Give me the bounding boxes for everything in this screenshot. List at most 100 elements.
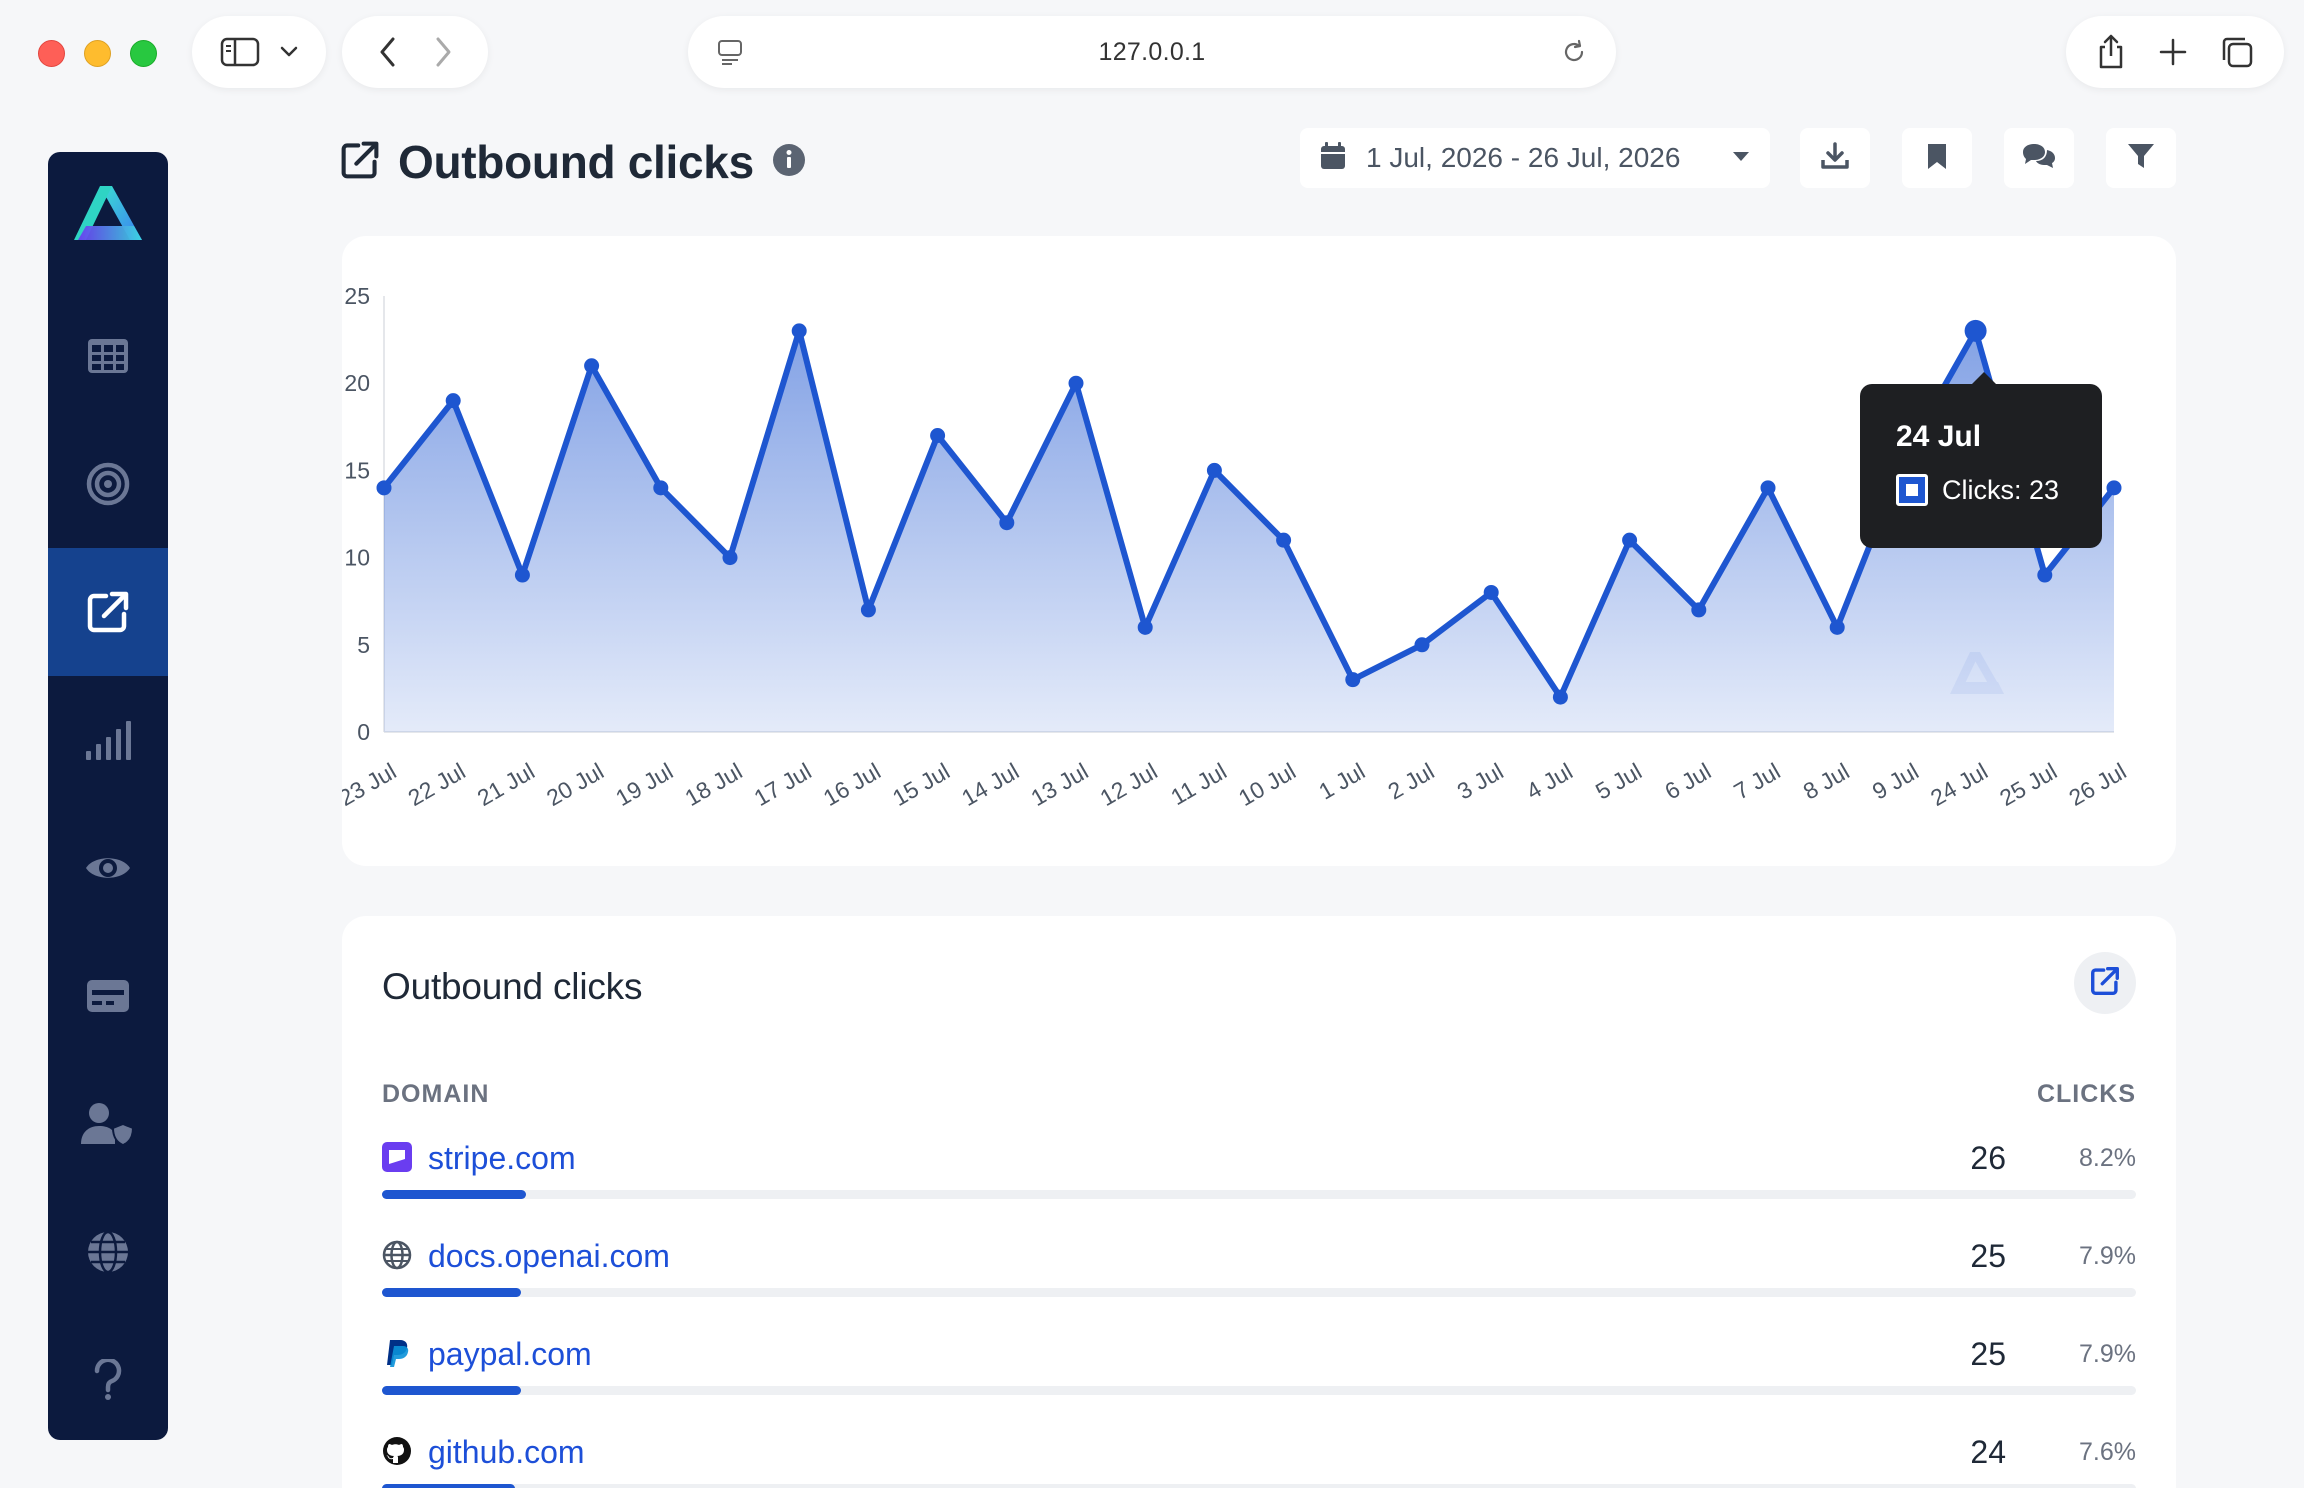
filter-icon — [2127, 142, 2155, 175]
row-domain[interactable]: github.com — [428, 1434, 585, 1471]
sidebar-item-stats[interactable] — [48, 676, 168, 804]
data-point[interactable] — [1483, 584, 1499, 600]
x-tick-label: 15 Jul — [888, 758, 954, 811]
x-tick-label: 16 Jul — [819, 758, 885, 811]
row-bar-fill — [382, 1190, 526, 1199]
sidebar-item-goals[interactable] — [48, 420, 168, 548]
table-row[interactable]: paypal.com 25 7.9% — [382, 1326, 2136, 1424]
x-tick-label: 9 Jul — [1868, 758, 1923, 805]
browser-chrome: 127.0.0.1 — [0, 0, 2304, 110]
data-point[interactable] — [1276, 532, 1292, 548]
data-point[interactable] — [514, 567, 530, 583]
data-point[interactable] — [653, 480, 669, 496]
x-tick-label: 6 Jul — [1660, 758, 1715, 805]
data-point[interactable] — [1829, 619, 1845, 635]
calendar-icon — [1320, 141, 1346, 175]
comments-icon — [2021, 142, 2057, 175]
data-point[interactable] — [791, 323, 807, 339]
minimize-window-button[interactable] — [84, 40, 111, 67]
sidebar-item-dashboard[interactable] — [48, 292, 168, 420]
x-tick-label: 26 Jul — [2064, 758, 2130, 811]
data-point[interactable] — [1068, 375, 1084, 391]
tooltip-date: 24 Jul — [1896, 420, 1982, 453]
bookmark-button[interactable] — [1902, 128, 1972, 188]
data-point[interactable] — [1760, 480, 1776, 496]
row-clicks: 24 — [1970, 1434, 2006, 1470]
row-domain[interactable]: docs.openai.com — [428, 1238, 670, 1275]
download-button[interactable] — [1800, 128, 1870, 188]
data-point[interactable] — [376, 480, 392, 496]
tab-overview-icon[interactable] — [2220, 35, 2254, 69]
maximize-window-button[interactable] — [130, 40, 157, 67]
sidebar-item-help[interactable] — [48, 1316, 168, 1440]
info-icon[interactable] — [772, 143, 806, 182]
table-row[interactable]: docs.openai.com 25 7.9% — [382, 1228, 2136, 1326]
y-tick-label: 20 — [344, 370, 370, 396]
row-bar-track — [382, 1484, 2136, 1488]
data-point[interactable] — [1964, 319, 1987, 342]
url-text[interactable]: 127.0.0.1 — [1099, 38, 1206, 67]
data-point[interactable] — [445, 393, 461, 409]
sidebar-item-users[interactable] — [48, 1060, 168, 1188]
close-window-button[interactable] — [38, 40, 65, 67]
globe-icon — [86, 1230, 130, 1274]
filter-button[interactable] — [2106, 128, 2176, 188]
sidebar-item-outbound[interactable] — [48, 548, 168, 676]
x-tick-label: 23 Jul — [342, 758, 401, 811]
sidebar-toggle-group — [192, 16, 326, 88]
x-tick-label: 14 Jul — [957, 758, 1023, 811]
forward-icon[interactable] — [433, 35, 453, 69]
page-settings-icon[interactable] — [716, 38, 744, 66]
eye-icon — [84, 851, 132, 885]
table-row[interactable]: github.com 24 7.6% — [382, 1424, 2136, 1488]
back-icon[interactable] — [378, 35, 398, 69]
sidebar-item-billing[interactable] — [48, 932, 168, 1060]
data-point[interactable] — [930, 428, 946, 444]
data-point[interactable] — [1206, 462, 1222, 478]
x-tick-label: 25 Jul — [1995, 758, 2061, 811]
column-header-domain[interactable]: DOMAIN — [382, 1080, 489, 1109]
y-tick-label: 0 — [357, 719, 370, 745]
date-range-picker[interactable]: 1 Jul, 2026 - 26 Jul, 2026 — [1300, 128, 1770, 188]
x-tick-label: 4 Jul — [1522, 758, 1577, 805]
sidebar-toggle-icon[interactable] — [220, 37, 260, 67]
data-point[interactable] — [1552, 689, 1568, 705]
chevron-down-icon[interactable] — [279, 45, 299, 59]
data-point[interactable] — [1137, 619, 1153, 635]
x-tick-label: 18 Jul — [680, 758, 746, 811]
new-tab-icon[interactable] — [2158, 37, 2188, 67]
app-logo[interactable] — [72, 182, 146, 250]
address-bar[interactable]: 127.0.0.1 — [688, 16, 1616, 88]
data-point[interactable] — [1414, 637, 1430, 653]
data-point[interactable] — [999, 515, 1015, 531]
x-tick-label: 7 Jul — [1729, 758, 1784, 805]
data-point[interactable] — [860, 602, 876, 618]
y-tick-label: 25 — [344, 283, 370, 309]
data-point[interactable] — [1622, 532, 1638, 548]
download-icon — [1821, 141, 1849, 175]
tooltip-value: Clicks: 23 — [1942, 474, 2060, 505]
row-domain[interactable]: stripe.com — [428, 1140, 576, 1177]
row-domain[interactable]: paypal.com — [428, 1336, 592, 1373]
external-link-icon — [340, 140, 380, 185]
comments-button[interactable] — [2004, 128, 2074, 188]
column-header-clicks[interactable]: CLICKS — [2037, 1080, 2136, 1109]
y-tick-label: 15 — [344, 457, 370, 483]
paypal-icon — [382, 1338, 412, 1368]
data-point[interactable] — [1345, 672, 1361, 688]
sidebar-item-sites[interactable] — [48, 1188, 168, 1316]
x-tick-label: 1 Jul — [1314, 758, 1369, 805]
x-tick-label: 17 Jul — [750, 758, 816, 811]
data-point[interactable] — [2106, 480, 2122, 496]
data-point[interactable] — [584, 358, 600, 374]
share-icon[interactable] — [2096, 33, 2126, 71]
data-point[interactable] — [2037, 567, 2053, 583]
reload-icon[interactable] — [1560, 38, 1588, 66]
open-report-button[interactable] — [2074, 952, 2136, 1014]
x-tick-label: 24 Jul — [1926, 758, 1992, 811]
data-point[interactable] — [722, 550, 738, 566]
x-tick-label: 2 Jul — [1383, 758, 1438, 805]
data-point[interactable] — [1691, 602, 1707, 618]
table-row[interactable]: stripe.com 26 8.2% — [382, 1130, 2136, 1228]
sidebar-item-visitors[interactable] — [48, 804, 168, 932]
